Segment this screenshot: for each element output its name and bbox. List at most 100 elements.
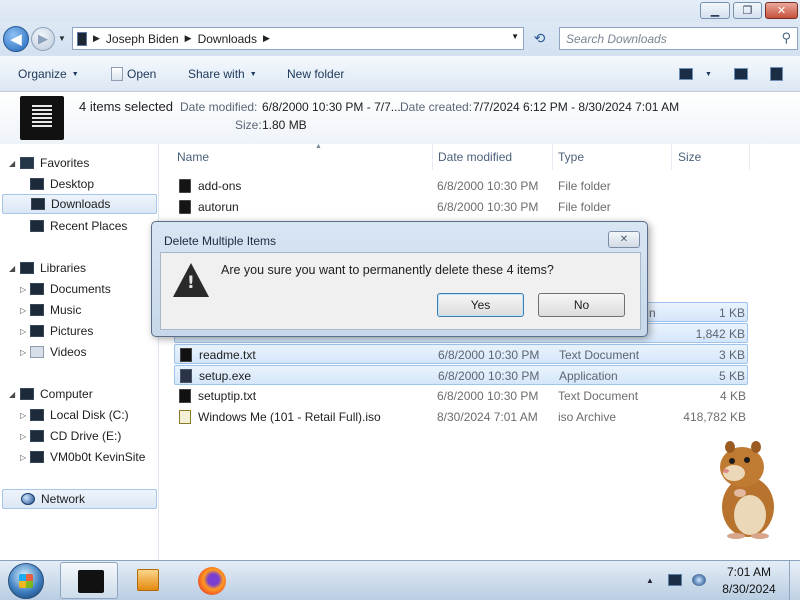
nav-label: Downloads — [51, 197, 111, 211]
nav-recent-places[interactable]: Recent Places — [30, 216, 127, 236]
expand-icon[interactable]: ▷ — [20, 453, 26, 462]
nav-music[interactable]: Music — [30, 300, 81, 320]
clock-date[interactable]: 8/30/2024 — [714, 582, 784, 596]
nav-local-disk[interactable]: Local Disk (C:) — [30, 405, 129, 425]
column-label: Date modified — [438, 150, 513, 164]
expand-icon[interactable]: ▷ — [20, 306, 26, 315]
search-placeholder: Search Downloads — [566, 32, 667, 46]
file-name: Windows Me (101 - Retail Full).iso — [198, 410, 381, 424]
videos-icon — [30, 346, 44, 358]
view-options-dropdown[interactable]: ▼ — [705, 71, 712, 78]
nav-videos[interactable]: Videos — [30, 342, 86, 362]
nav-label: Documents — [50, 282, 111, 296]
expand-collapse-icon[interactable]: ◢ — [9, 159, 15, 168]
file-date: 8/30/2024 7:01 AM — [437, 410, 538, 424]
nav-cd-drive[interactable]: CD Drive (E:) — [30, 426, 121, 446]
nav-label: VM0b0t KevinSite — [50, 450, 146, 464]
chevron-right-icon[interactable]: ▶ — [263, 33, 270, 44]
maximize-button[interactable]: ❐ — [733, 2, 762, 19]
hamster-mascot[interactable] — [712, 435, 782, 540]
column-header-date-modified[interactable]: Date modified — [438, 144, 553, 170]
back-button[interactable]: ◀ — [3, 26, 29, 52]
file-size: 5 KB — [718, 369, 745, 383]
nav-network-share[interactable]: VM0b0t KevinSite — [30, 447, 145, 467]
chevron-right-icon[interactable]: ▶ — [185, 33, 192, 44]
nav-documents[interactable]: Documents — [30, 279, 111, 299]
new-folder-button[interactable]: New folder — [287, 67, 344, 81]
file-date: 6/8/2000 10:30 PM — [437, 179, 539, 193]
preview-pane-icon[interactable] — [734, 68, 748, 80]
share-with-button[interactable]: Share with ▼ — [188, 67, 257, 81]
taskbar-media-player[interactable] — [120, 562, 178, 599]
no-button[interactable]: No — [538, 293, 625, 317]
search-icon[interactable]: ⚲ — [781, 30, 791, 46]
file-row-selected[interactable]: setup.exe 6/8/2000 10:30 PM Application … — [174, 365, 748, 385]
computer-icon — [77, 31, 87, 46]
refresh-button[interactable]: ⟲ — [527, 27, 552, 50]
address-bar[interactable]: ▶ Joseph Biden ▶ Downloads ▶ ▼ — [72, 27, 524, 50]
forward-button[interactable]: ▶ — [31, 27, 55, 51]
expand-collapse-icon[interactable]: ◢ — [9, 264, 15, 273]
expand-icon[interactable]: ▷ — [20, 348, 26, 357]
taskbar: ▲ 7:01 AM 8/30/2024 — [0, 560, 800, 600]
network-status-icon[interactable] — [692, 574, 706, 586]
address-dropdown-icon[interactable]: ▼ — [511, 32, 519, 41]
recent-pages-dropdown[interactable]: ▼ — [58, 34, 66, 43]
nav-computer[interactable]: Computer — [20, 384, 93, 404]
open-button[interactable]: Open — [111, 67, 156, 81]
nav-libraries[interactable]: Libraries — [20, 258, 86, 278]
clock-time[interactable]: 7:01 AM — [714, 565, 784, 579]
expand-icon[interactable]: ▷ — [20, 327, 26, 336]
nav-favorites[interactable]: Favorites — [20, 153, 89, 173]
help-icon[interactable] — [770, 67, 783, 81]
show-desktop-button[interactable] — [789, 561, 800, 600]
delete-confirmation-dialog: Delete Multiple Items ✕ ! Are you sure y… — [151, 221, 648, 337]
file-row[interactable]: add-ons 6/8/2000 10:30 PM File folder — [174, 176, 748, 196]
nav-network[interactable]: Network — [2, 489, 157, 509]
date-modified-value: 6/8/2000 10:30 PM - 7/7... — [262, 100, 401, 114]
organize-button[interactable]: Organize ▼ — [18, 67, 79, 81]
expand-icon[interactable]: ▷ — [20, 411, 26, 420]
file-size: 418,782 KB — [683, 410, 746, 424]
file-row-selected[interactable]: readme.txt 6/8/2000 10:30 PM Text Docume… — [174, 344, 748, 364]
downloads-icon — [31, 198, 45, 210]
chevron-right-icon[interactable]: ▶ — [93, 33, 100, 44]
yes-button[interactable]: Yes — [437, 293, 524, 317]
close-button[interactable]: ✕ — [765, 2, 798, 19]
expand-collapse-icon[interactable]: ◢ — [9, 390, 15, 399]
file-name: setup.exe — [199, 369, 252, 383]
taskbar-firefox[interactable] — [184, 562, 242, 599]
nav-downloads[interactable]: Downloads — [2, 194, 157, 214]
details-pane: 4 items selected Date modified: 6/8/2000… — [0, 92, 800, 144]
show-hidden-icons-button[interactable]: ▲ — [646, 576, 654, 585]
expand-icon[interactable]: ▷ — [20, 432, 26, 441]
file-date: 6/8/2000 10:30 PM — [438, 348, 540, 362]
column-header-size[interactable]: Size — [678, 144, 750, 170]
file-row[interactable]: autorun 6/8/2000 10:30 PM File folder — [174, 197, 748, 217]
column-header-type[interactable]: Type — [558, 144, 672, 170]
taskbar-explorer[interactable] — [60, 562, 118, 599]
nav-label: Favorites — [40, 156, 90, 170]
date-created-value: 7/7/2024 6:12 PM - 8/30/2024 7:01 AM — [473, 100, 680, 114]
file-row[interactable]: setuptip.txt 6/8/2000 10:30 PM Text Docu… — [174, 386, 748, 406]
change-view-icon[interactable] — [679, 68, 693, 80]
expand-icon[interactable]: ▷ — [20, 285, 26, 294]
media-player-icon — [137, 569, 159, 591]
breadcrumb-downloads[interactable]: Downloads — [198, 32, 257, 46]
nav-desktop[interactable]: Desktop — [30, 174, 94, 194]
explorer-icon — [78, 570, 104, 593]
breadcrumb-user[interactable]: Joseph Biden — [106, 32, 179, 46]
column-header-name[interactable]: ▲ Name — [177, 143, 433, 170]
file-row[interactable]: Windows Me (101 - Retail Full).iso 8/30/… — [174, 407, 748, 427]
search-input[interactable]: Search Downloads ⚲ — [559, 27, 798, 50]
file-type: Application — [559, 369, 618, 383]
file-type: Text Document — [559, 348, 640, 362]
minimize-button[interactable]: ▁ — [700, 2, 730, 19]
file-size: 1 KB — [718, 306, 745, 320]
action-center-icon[interactable] — [668, 574, 682, 586]
hamster-head — [720, 447, 764, 487]
date-created-label: Date created: — [400, 100, 473, 114]
dialog-close-button[interactable]: ✕ — [608, 231, 640, 248]
nav-pictures[interactable]: Pictures — [30, 321, 93, 341]
start-button[interactable] — [8, 563, 44, 599]
